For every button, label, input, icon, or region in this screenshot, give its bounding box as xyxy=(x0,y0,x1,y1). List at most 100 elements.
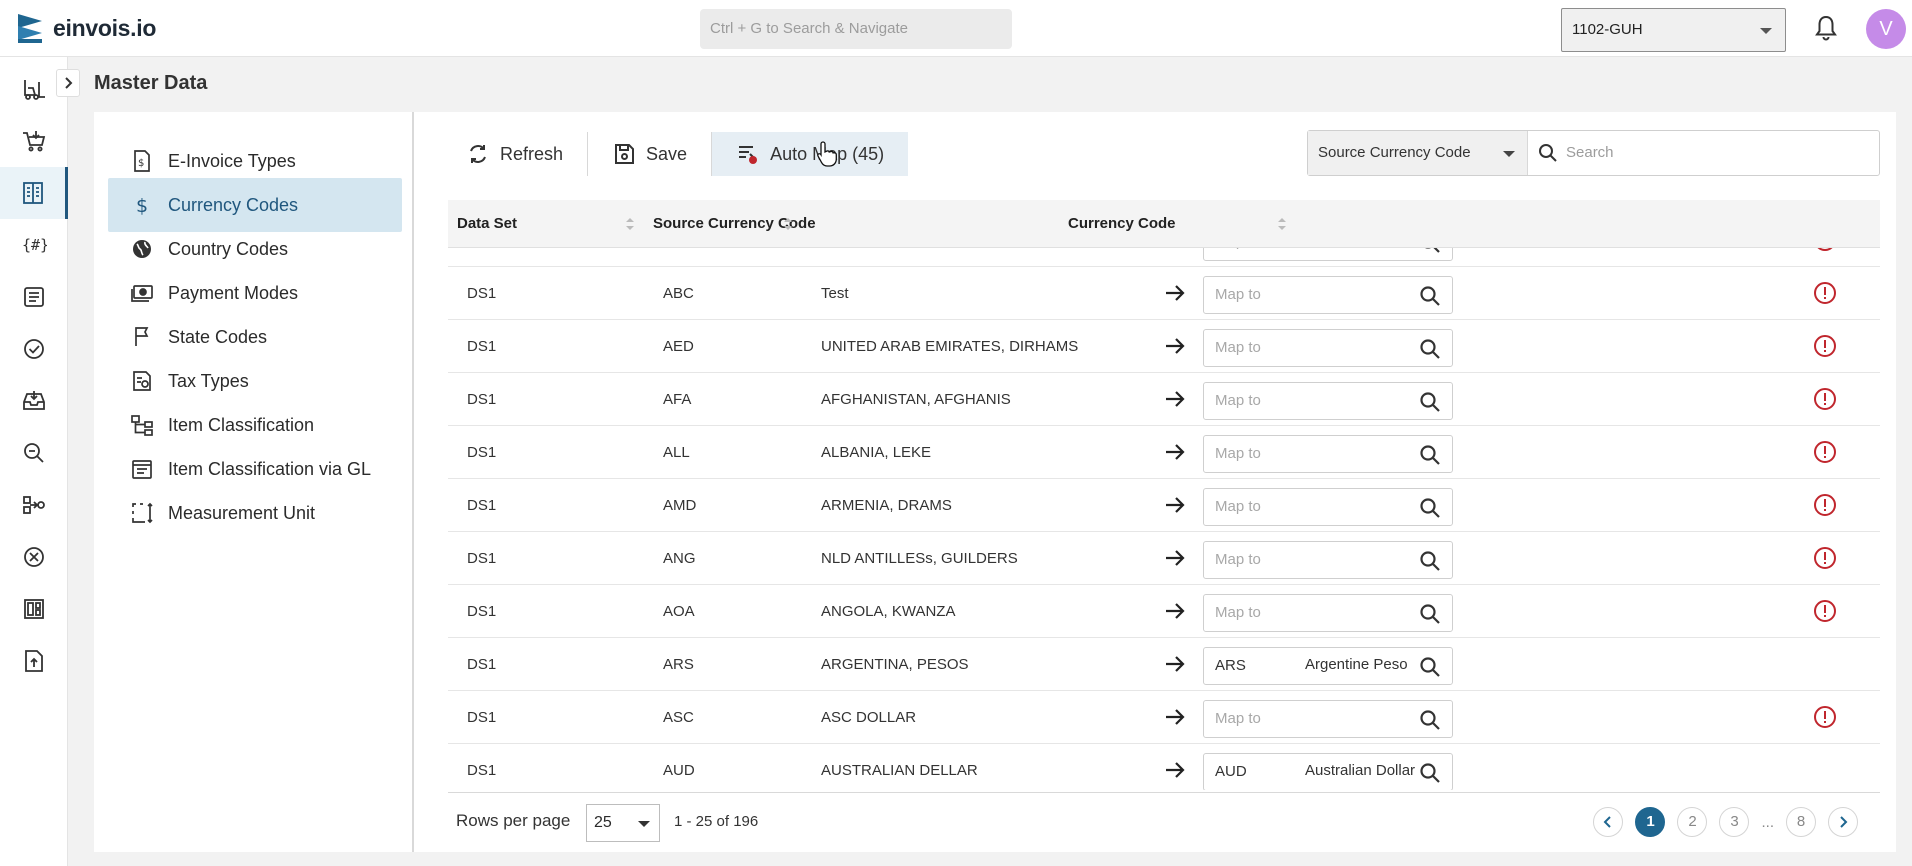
global-search-input[interactable]: Ctrl + G to Search & Navigate xyxy=(700,9,1012,49)
cash-icon xyxy=(131,285,153,302)
table-row[interactable]: DS1 ALL ALBANIA, LEKE Map to xyxy=(448,426,1880,479)
search-icon xyxy=(1420,498,1440,518)
map-to-input[interactable]: Map to xyxy=(1203,435,1453,473)
cell-dataset: DS1 xyxy=(467,391,497,408)
search-icon xyxy=(1420,657,1440,677)
page-button-3[interactable]: 3 xyxy=(1719,807,1750,837)
cell-dataset: DS1 xyxy=(467,497,497,514)
rail-master-data-icon[interactable] xyxy=(0,167,68,219)
search-icon xyxy=(1420,392,1440,412)
warning-info-icon[interactable] xyxy=(1813,440,1837,464)
globe-icon xyxy=(133,240,151,258)
chevron-down-icon xyxy=(638,821,650,827)
map-to-input[interactable]: Map to xyxy=(1203,488,1453,526)
top-bar: einvois.io Ctrl + G to Search & Navigate… xyxy=(0,0,1912,57)
cell-source-description: ASC DOLLAR xyxy=(821,709,917,726)
table-row[interactable]: DS1 ARS ARGENTINA, PESOS ARS Argentine Peso xyxy=(448,638,1880,691)
rail-search-doc-icon[interactable] xyxy=(0,427,68,479)
table-row[interactable]: DS1 AUD AUSTRALIAN DELLAR AUD Australian Dol… xyxy=(448,744,1880,790)
grid-body: DS1 AAC Test Currency Map to DS1 ABC Test Map t… xyxy=(448,248,1880,790)
save-button[interactable]: Save xyxy=(588,132,713,176)
warning-info-icon[interactable] xyxy=(1813,546,1837,570)
table-row[interactable]: DS1 AED UNITED ARAB EMIRATES, DIRHAMS Map t… xyxy=(448,320,1880,373)
rows-per-page-select[interactable]: 25 xyxy=(586,804,660,842)
refresh-icon xyxy=(470,145,486,163)
nav-item-label: Item Classification via GL xyxy=(168,458,372,479)
cell-dataset: DS1 xyxy=(467,550,497,567)
next-page-button[interactable] xyxy=(1828,807,1858,837)
warning-info-icon[interactable] xyxy=(1813,493,1837,517)
company-select[interactable]: 1102-GUH xyxy=(1561,8,1786,52)
sort-icon[interactable] xyxy=(782,216,794,232)
grid-search-placeholder: Search xyxy=(1566,144,1614,161)
map-to-input[interactable]: Map to xyxy=(1203,700,1453,738)
refresh-button[interactable]: Refresh xyxy=(442,132,589,176)
nav-item-measurement-unit[interactable]: Measurement Unit xyxy=(108,486,402,540)
map-to-value: Map to xyxy=(1215,498,1261,515)
rail-list-icon[interactable] xyxy=(0,271,68,323)
page-button-2[interactable]: 2 xyxy=(1677,807,1708,837)
bell-icon[interactable] xyxy=(1814,14,1838,42)
prev-page-button[interactable] xyxy=(1593,807,1624,837)
rows-per-page-value: 25 xyxy=(594,814,612,831)
grid-search-input[interactable]: Search xyxy=(1530,131,1879,175)
rail-cart-icon[interactable] xyxy=(0,115,68,167)
page-title: Master Data xyxy=(94,72,208,94)
map-to-input[interactable]: Map to xyxy=(1203,248,1453,261)
map-to-input[interactable]: Map to xyxy=(1203,329,1453,367)
table-row[interactable]: DS1 AAC Test Currency Map to xyxy=(448,248,1880,267)
hierarchy-icon xyxy=(131,415,153,436)
table-row[interactable]: DS1 AFA AFGHANISTAN, AFGHANIS Map to xyxy=(448,373,1880,426)
rail-flow-icon[interactable] xyxy=(0,479,68,531)
page-button-8[interactable]: 8 xyxy=(1786,807,1816,837)
cell-source-code: ABC xyxy=(663,285,694,302)
rail-code-icon[interactable]: {#} xyxy=(0,219,68,271)
warning-info-icon[interactable] xyxy=(1813,599,1837,623)
rail-expand-button[interactable] xyxy=(56,69,80,97)
refresh-label: Refresh xyxy=(500,143,564,164)
warning-info-icon[interactable] xyxy=(1813,387,1837,411)
nav-item-label: Payment Modes xyxy=(168,282,299,303)
rail-cancel-icon[interactable] xyxy=(0,531,68,583)
cell-dataset: DS1 xyxy=(467,603,497,620)
map-to-input[interactable]: Map to xyxy=(1203,276,1453,314)
map-to-input[interactable]: Map to xyxy=(1203,382,1453,420)
avatar[interactable]: V xyxy=(1866,9,1906,49)
rail-check-icon[interactable] xyxy=(0,323,68,375)
warning-info-icon[interactable] xyxy=(1813,248,1837,252)
search-icon xyxy=(1420,445,1440,465)
rail-upload-icon[interactable] xyxy=(0,635,68,687)
map-to-input[interactable]: Map to xyxy=(1203,541,1453,579)
table-row[interactable]: DS1 ASC ASC DOLLAR Map to xyxy=(448,691,1880,744)
table-row[interactable]: DS1 AOA ANGOLA, KWANZA Map to xyxy=(448,585,1880,638)
table-row[interactable]: DS1 ABC Test Map to xyxy=(448,267,1880,320)
column-header-currency-code[interactable]: Currency Code xyxy=(1068,200,1176,248)
arrow-right-icon xyxy=(1166,709,1185,725)
rail-dashboard-icon[interactable] xyxy=(0,583,68,635)
page-button-1[interactable]: 1 xyxy=(1635,807,1666,837)
left-rail: {#} xyxy=(0,57,68,866)
rail-inbox-icon[interactable] xyxy=(0,375,68,427)
chevron-down-icon xyxy=(1503,151,1515,157)
chevron-left-icon xyxy=(1604,816,1612,828)
sort-icon[interactable] xyxy=(1276,216,1288,232)
table-row[interactable]: DS1 AMD ARMENIA, DRAMS Map to xyxy=(448,479,1880,532)
column-header-dataset[interactable]: Data Set xyxy=(457,200,517,248)
table-row[interactable]: DS1 ANG NLD ANTILLESs, GUILDERS Map to xyxy=(448,532,1880,585)
map-to-input[interactable]: Map to xyxy=(1203,594,1453,632)
cell-source-description: UNITED ARAB EMIRATES, DIRHAMS xyxy=(821,338,1079,355)
filter-field-select[interactable]: Source Currency Code xyxy=(1308,131,1528,175)
cell-source-code: ANG xyxy=(663,550,696,567)
app-logo[interactable]: einvois.io xyxy=(16,12,156,44)
logo-icon xyxy=(18,14,42,43)
invoice-dollar-icon: $ xyxy=(134,150,150,172)
warning-info-icon[interactable] xyxy=(1813,334,1837,358)
arrow-right-icon xyxy=(1166,550,1185,566)
search-icon xyxy=(1420,339,1440,359)
sort-icon[interactable] xyxy=(624,216,636,232)
warning-info-icon[interactable] xyxy=(1813,281,1837,305)
warning-info-icon[interactable] xyxy=(1813,705,1837,729)
nav-item-label: Currency Codes xyxy=(168,194,299,215)
auto-map-button[interactable]: Auto Map (45) xyxy=(712,132,909,176)
map-to-value: Map to xyxy=(1215,551,1261,568)
